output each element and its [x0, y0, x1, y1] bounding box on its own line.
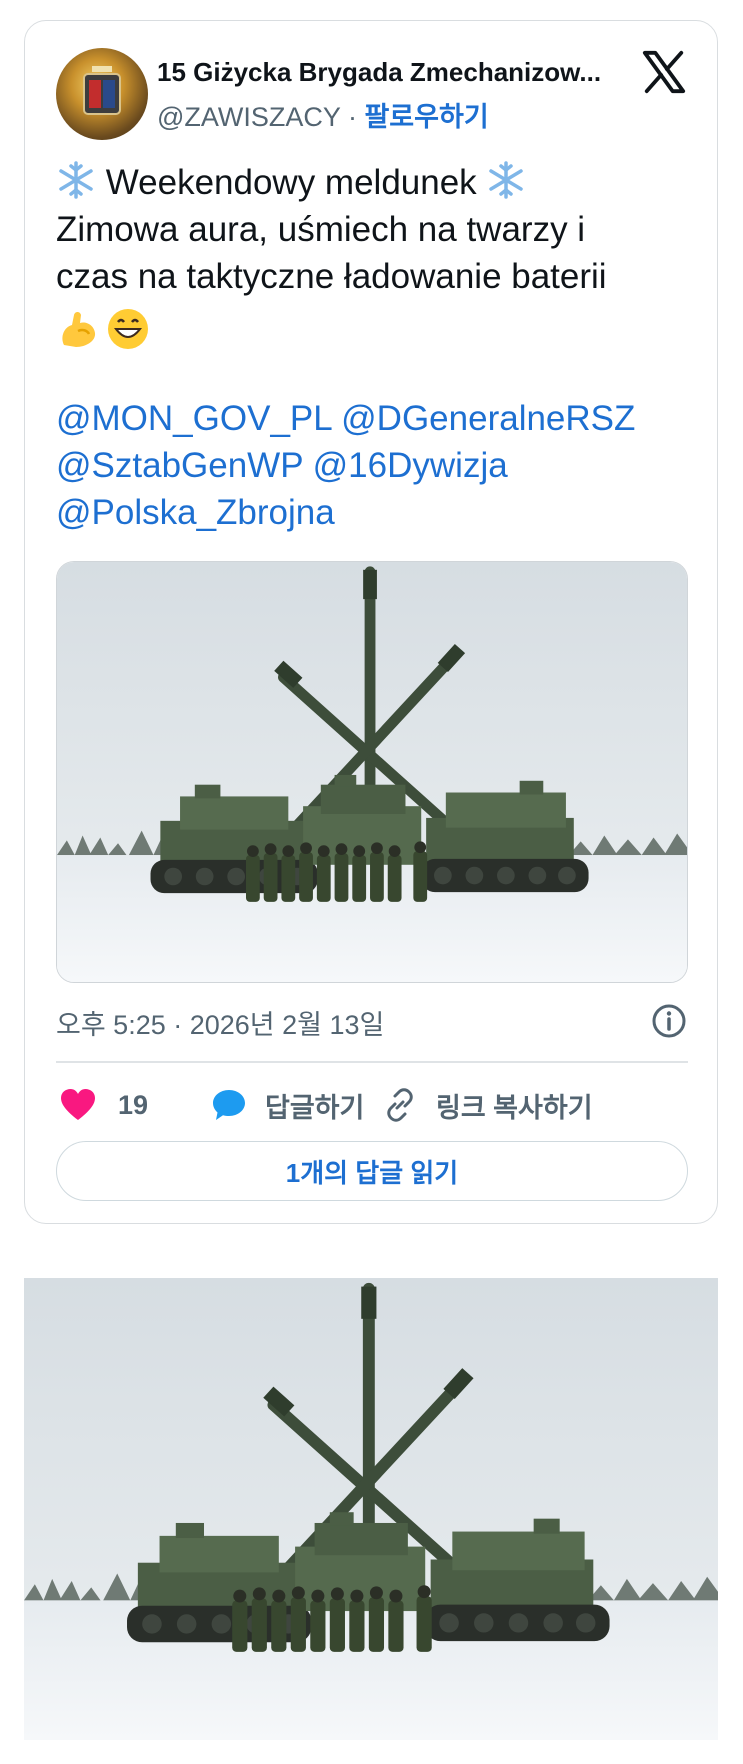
timestamp[interactable]: 오후 5:25 · 2026년 2월 13일: [56, 1003, 384, 1042]
follow-button[interactable]: 팔로우하기: [364, 102, 488, 132]
x-logo-icon[interactable]: [641, 49, 687, 95]
mention-line-3[interactable]: @Polska_Zbrojna: [56, 489, 696, 536]
tweet-card: 15 Giżycka Brygada Zmechanizow... @ZAWIS…: [24, 20, 718, 1224]
mention-line-2[interactable]: @SztabGenWP @16Dywizja: [56, 442, 696, 489]
emoji-row: [56, 304, 696, 354]
read-replies-button[interactable]: 1개의 답글 읽기: [56, 1141, 688, 1201]
reply-label: 답글하기: [265, 1092, 365, 1123]
mention-line-1[interactable]: @MON_GOV_PL @DGeneralneRSZ: [56, 395, 696, 442]
reply-button[interactable]: 답글하기: [211, 1083, 364, 1127]
tweet-line-1: Weekendowy meldunek: [56, 159, 696, 206]
mentions: @MON_GOV_PL @DGeneralneRSZ @SztabGenWP @…: [56, 395, 696, 536]
heart-icon: [61, 1089, 95, 1120]
tweet-line-1-text: Weekendowy meldunek: [105, 163, 477, 202]
copy-link-label: 링크 복사하기: [436, 1092, 593, 1123]
speech-bubble-icon: [213, 1090, 245, 1120]
snowflake-icon: [59, 161, 93, 199]
tweet-photo[interactable]: [56, 561, 688, 983]
action-bar: 19 답글하기 링크 복사하기: [56, 1083, 688, 1127]
artillery-photo: [57, 562, 687, 982]
tweet-text: Weekendowy meldunek Zimowa aura, uśmiech…: [56, 159, 696, 354]
snowflake-icon: [489, 161, 524, 199]
separator: ·: [347, 102, 357, 132]
info-icon[interactable]: [651, 1003, 687, 1039]
account-handle[interactable]: @ZAWISZACY: [157, 102, 340, 132]
divider: [56, 1061, 688, 1063]
tweet-line-3: czas na taktyczne ładowanie baterii: [56, 257, 607, 296]
artillery-photo-large: [24, 1278, 718, 1740]
grinning-face-icon: [108, 309, 148, 349]
like-button[interactable]: 19: [60, 1083, 148, 1127]
like-count: 19: [118, 1089, 149, 1120]
link-icon: [387, 1088, 413, 1122]
tweet-line-2: Zimowa aura, uśmiech na twarzy i: [56, 210, 586, 249]
flexed-biceps-icon: [62, 312, 96, 347]
copy-link-button[interactable]: 링크 복사하기: [382, 1083, 593, 1127]
avatar[interactable]: [56, 48, 148, 140]
expanded-photo[interactable]: [24, 1278, 718, 1740]
account-name[interactable]: 15 Giżycka Brygada Zmechanizow...: [157, 57, 637, 88]
handle-row: @ZAWISZACY · 팔로우하기: [157, 95, 489, 134]
